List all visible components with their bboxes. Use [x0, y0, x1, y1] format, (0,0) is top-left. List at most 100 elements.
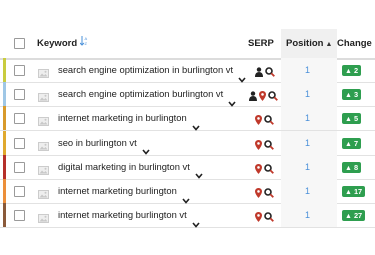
position-value[interactable]: 1 [305, 131, 310, 155]
position-cell: 1 [281, 154, 337, 179]
map-pin-icon [255, 137, 262, 155]
change-value: 8 [353, 162, 359, 172]
image-placeholder-icon [38, 113, 49, 127]
change-badge: ▲ 5 [342, 113, 362, 125]
search-icon [264, 209, 274, 227]
image-placeholder-icon [38, 162, 49, 175]
chevron-down-icon[interactable] [182, 189, 190, 204]
table-header: Keyword AZ SERP Position ▲ Change [0, 29, 375, 60]
row-checkbox[interactable] [14, 65, 25, 76]
image-placeholder-icon [38, 186, 49, 199]
keyword-text[interactable]: internet marketing in burlington [58, 112, 187, 123]
arrow-up-icon: ▲ [345, 140, 352, 148]
chevron-down-icon[interactable] [238, 68, 246, 83]
change-badge: ▲ 17 [342, 186, 366, 197]
change-value: 7 [353, 138, 359, 148]
position-value[interactable]: 1 [305, 58, 310, 82]
keyword-cell: search engine optimization burlington vt [58, 82, 236, 107]
position-cell: 1 [281, 82, 337, 107]
arrow-up-icon: ▲ [345, 116, 352, 124]
row-checkbox[interactable] [14, 186, 25, 197]
row-checkbox[interactable] [14, 161, 25, 173]
keyword-column-header[interactable]: Keyword AZ [37, 29, 88, 58]
serp-features [249, 88, 280, 102]
sort-ascending-icon: ▲ [325, 41, 333, 48]
table-row: digital marketing in burlington vt 1 ▲ 8 [0, 154, 375, 180]
serp-features [255, 137, 276, 150]
change-value: 27 [353, 211, 363, 221]
arrow-up-icon: ▲ [345, 92, 352, 100]
map-pin-icon [255, 209, 262, 227]
position-value[interactable]: 1 [305, 155, 310, 179]
map-pin-icon [255, 161, 262, 179]
position-value[interactable]: 1 [305, 179, 310, 203]
row-color-stripe [3, 58, 6, 82]
table-row: seo in burlington vt 1 ▲ 7 [0, 130, 375, 156]
row-checkbox[interactable] [14, 210, 25, 222]
keyword-text[interactable]: internet marketing burlington vt [58, 209, 187, 220]
position-cell: 1 [281, 58, 337, 82]
position-value[interactable]: 1 [305, 82, 310, 106]
serp-column-header[interactable]: SERP [248, 29, 274, 58]
row-color-stripe [3, 106, 6, 131]
arrow-up-icon: ▲ [345, 213, 352, 221]
change-badge: ▲ 7 [342, 137, 362, 149]
search-icon [265, 64, 275, 82]
serp-features [255, 64, 277, 77]
keyword-text[interactable]: seo in burlington vt [58, 137, 137, 148]
change-value: 3 [353, 90, 359, 100]
chevron-down-icon[interactable] [228, 92, 236, 107]
keyword-text[interactable]: internet marketing burlington [58, 185, 177, 196]
position-value[interactable]: 1 [305, 106, 310, 130]
chevron-down-icon[interactable] [142, 140, 150, 155]
arrow-up-icon: ▲ [345, 164, 352, 172]
change-value: 17 [353, 187, 363, 196]
keyword-text[interactable]: search engine optimization in burlington… [58, 64, 233, 75]
search-icon [264, 112, 274, 130]
keyword-cell: digital marketing in burlington vt [58, 155, 203, 180]
change-badge: ▲ 2 [342, 65, 362, 76]
search-icon [264, 137, 274, 155]
change-value: 5 [353, 114, 359, 124]
map-pin-icon [259, 88, 266, 106]
keyword-text[interactable]: digital marketing in burlington vt [58, 161, 190, 172]
image-placeholder-icon [38, 89, 49, 103]
position-value[interactable]: 1 [305, 203, 310, 227]
serp-features [255, 209, 276, 223]
image-placeholder-icon [38, 138, 49, 151]
change-badge: ▲ 3 [342, 89, 362, 101]
select-all-checkbox[interactable] [14, 38, 25, 49]
keyword-text[interactable]: search engine optimization burlington vt [58, 88, 223, 99]
chevron-down-icon[interactable] [192, 116, 200, 131]
change-value: 2 [353, 66, 359, 75]
user-icon [255, 64, 263, 82]
chevron-down-icon[interactable] [192, 213, 200, 228]
table-row: internet marketing burlington 1 ▲ 17 [0, 179, 375, 204]
svg-text:Z: Z [85, 41, 88, 46]
serp-features [255, 185, 276, 198]
position-header-label: Position [286, 38, 324, 49]
position-column-header[interactable]: Position ▲ [281, 29, 337, 58]
change-badge: ▲ 27 [342, 210, 366, 222]
row-checkbox[interactable] [14, 137, 25, 149]
keyword-rankings-table: Keyword AZ SERP Position ▲ Change search … [0, 0, 375, 255]
row-color-stripe [3, 154, 6, 179]
serp-features [255, 112, 276, 126]
sort-icon[interactable]: AZ [79, 29, 88, 58]
table-row: internet marketing in burlington 1 ▲ 5 [0, 106, 375, 132]
row-checkbox[interactable] [14, 113, 25, 125]
position-cell: 1 [281, 203, 337, 228]
search-icon [264, 161, 274, 179]
keyword-cell: internet marketing burlington vt [58, 203, 200, 228]
table-row: search engine optimization burlington vt… [0, 82, 375, 108]
image-placeholder-icon [38, 65, 49, 78]
keyword-cell: seo in burlington vt [58, 131, 150, 155]
chevron-down-icon[interactable] [195, 164, 203, 180]
position-cell: 1 [281, 106, 337, 131]
arrow-up-icon: ▲ [345, 189, 352, 196]
table-row: search engine optimization in burlington… [0, 58, 375, 83]
change-column-header[interactable]: Change [337, 29, 372, 58]
table-row: internet marketing burlington vt 1 ▲ 27 [0, 203, 375, 229]
row-checkbox[interactable] [14, 89, 25, 101]
map-pin-icon [255, 185, 262, 203]
